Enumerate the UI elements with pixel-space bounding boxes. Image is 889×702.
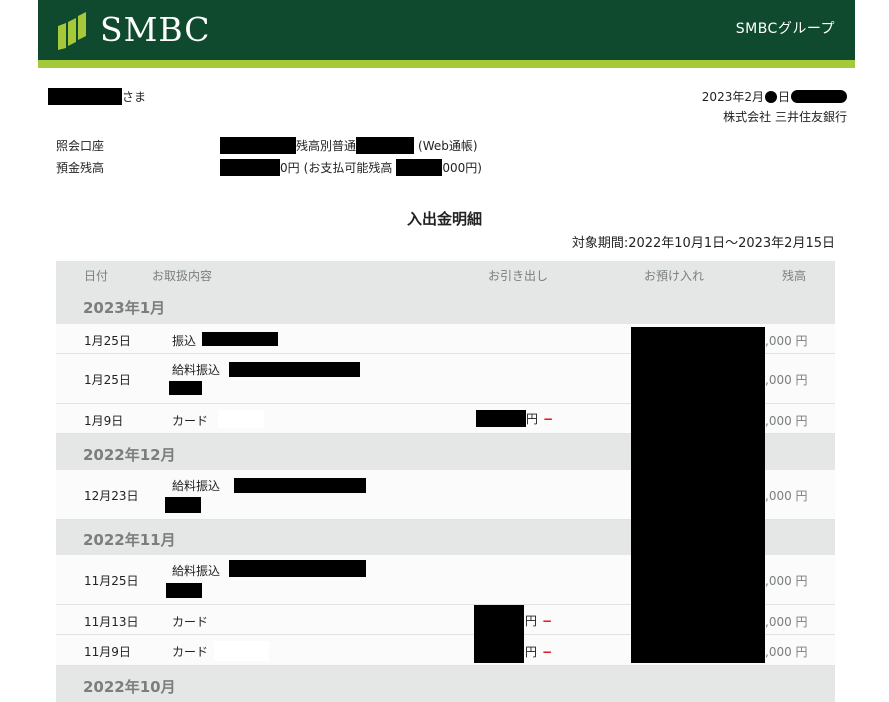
row-date: 11月9日: [84, 645, 131, 659]
passbook-label: (Web通帳): [418, 139, 478, 153]
col-balance: 残高: [782, 269, 807, 283]
row-description: カード: [172, 615, 209, 629]
row-balance: ,000 円: [765, 414, 808, 428]
withdrawal-sign: −: [542, 644, 553, 659]
withdrawal-unit: 円: [526, 412, 539, 426]
row-balance: ,000 円: [765, 373, 808, 387]
redacted-withdrawal: [474, 605, 524, 635]
balance-row: 預金残高 0円 (お支払可能残高 000円): [56, 159, 482, 176]
transactions-table: 日付 お取扱内容 お引き出し お預け入れ 残高 2023年1月 1月25日 振込…: [56, 261, 835, 702]
row-date: 1月9日: [84, 414, 124, 428]
row-date: 1月25日: [84, 334, 131, 348]
header-stripe: [38, 60, 855, 68]
row-balance: ,000 円: [765, 489, 808, 503]
row-description: 振込: [172, 334, 197, 348]
withdrawal-unit: 円: [525, 645, 538, 659]
row-balance: ,000 円: [765, 645, 808, 659]
account-label: 照会口座: [56, 139, 105, 153]
redacted-payer: [234, 478, 366, 493]
customer-suffix: さま: [122, 90, 147, 104]
row-description: カード: [172, 645, 209, 659]
table-header: 日付 お取扱内容 お引き出し お預け入れ 残高: [56, 261, 835, 287]
blank-field: [214, 641, 269, 661]
redacted-balance: [220, 159, 280, 176]
row-description: 給料振込: [172, 479, 221, 493]
col-deposit: お預け入れ: [644, 269, 705, 283]
row-date: 11月13日: [84, 615, 139, 629]
smbc-leaf-icon: [58, 12, 86, 50]
row-description: 給料振込: [172, 363, 221, 377]
redacted-available: [396, 159, 443, 176]
redacted-payer: [202, 332, 278, 346]
month-header: 2022年10月: [56, 666, 835, 702]
row-date: 1月25日: [84, 373, 131, 387]
row-withdrawal: 円 −: [525, 643, 552, 660]
month-label: 2023年1月: [83, 299, 166, 317]
withdrawal-sign: −: [542, 613, 553, 628]
row-description: カード: [172, 414, 209, 428]
account-type: 残高別普通: [296, 139, 357, 153]
redacted-time: [791, 90, 847, 103]
row-date: 12月23日: [84, 489, 139, 503]
statement-date: 2023年2月 日: [702, 88, 847, 105]
available-prefix: (お支払可能残高: [303, 161, 393, 175]
statement-title: 入出金明細: [406, 210, 482, 228]
month-label: 2022年10月: [83, 678, 176, 696]
redacted-day: [764, 90, 777, 103]
blank-field: [218, 410, 264, 428]
withdrawal-sign: −: [543, 411, 554, 426]
col-withdrawal: お引き出し: [488, 269, 549, 283]
redacted-payer-2: [165, 497, 201, 513]
redacted-withdrawal: [476, 410, 526, 427]
balance-tail: 0円: [280, 161, 300, 175]
statement-period: 対象期間:2022年10月1日〜2023年2月15日: [571, 236, 835, 251]
month-header: 2023年1月: [56, 287, 835, 324]
smbc-logo: SMBC: [56, 10, 211, 50]
row-balance: ,000 円: [765, 615, 808, 629]
redacted-withdrawal: [474, 634, 524, 663]
redacted-branch: [220, 137, 296, 154]
withdrawal-unit: 円: [525, 614, 538, 628]
header-bar: SMBC SMBCグループ: [38, 0, 855, 68]
date-day-suffix: 日: [777, 90, 790, 104]
row-withdrawal: 円 −: [476, 410, 553, 427]
redacted-account-number: [356, 137, 415, 154]
date-prefix: 2023年2月: [701, 90, 764, 104]
col-date: 日付: [84, 269, 109, 283]
col-description: お取扱内容: [152, 269, 213, 283]
month-label: 2022年11月: [83, 531, 176, 549]
customer-name: さま: [48, 88, 146, 105]
group-label: SMBCグループ: [735, 21, 835, 37]
row-withdrawal: 円 −: [525, 612, 552, 629]
row-balance: ,000 円: [765, 574, 808, 588]
row-balance: ,000 円: [765, 334, 808, 348]
account-row: 照会口座 残高別普通 (Web通帳): [56, 137, 478, 154]
redacted-payer-2: [166, 583, 202, 598]
month-label: 2022年12月: [83, 446, 176, 464]
redacted-payer: [229, 560, 366, 577]
redacted-name: [48, 88, 122, 105]
redacted-payer-2: [169, 381, 202, 395]
balance-label: 預金残高: [56, 161, 105, 175]
row-description: 給料振込: [172, 564, 221, 578]
logo-text: SMBC: [100, 10, 211, 49]
bank-name: 株式会社 三井住友銀行: [723, 110, 847, 124]
redacted-payer: [229, 362, 360, 377]
redacted-deposits: [631, 327, 765, 663]
row-date: 11月25日: [84, 574, 139, 588]
available-tail: 000円): [442, 161, 482, 175]
